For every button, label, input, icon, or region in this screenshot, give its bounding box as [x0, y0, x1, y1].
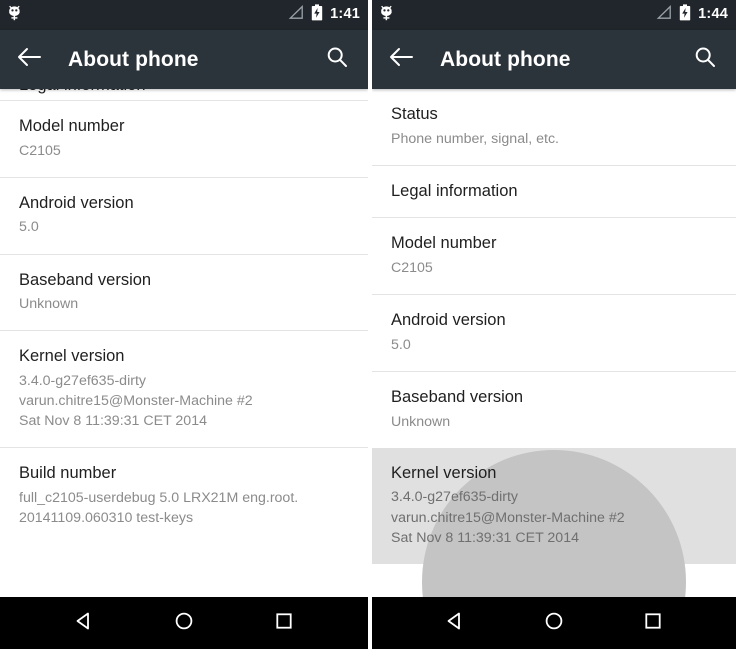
status-bar-notifications-left — [7, 4, 22, 27]
nav-home-circle-icon — [542, 609, 566, 638]
list-item-subtitle: 3.4.0-g27ef635-dirty varun.chitre15@Mons… — [19, 372, 253, 430]
list-item-model-number[interactable]: Model number C2105 — [0, 101, 368, 177]
navigation-bar-left — [0, 597, 368, 649]
dual-screenshot-stage: 1:41 About phone Model number C2105 Andr… — [0, 0, 736, 649]
nav-home-circle-icon — [172, 609, 196, 638]
list-item-model-number[interactable]: Model number C2105 — [372, 218, 736, 294]
nav-recents-button-left[interactable] — [261, 600, 307, 646]
list-item-title: Baseband version — [19, 270, 152, 289]
status-bar-clock-right: 1:44 — [698, 6, 728, 23]
list-item-baseband-version[interactable]: Baseband version Unknown — [0, 255, 368, 331]
android-bug-icon — [7, 4, 22, 27]
list-item-subtitle: C2105 — [19, 142, 61, 159]
list-item-title: Kernel version — [391, 463, 497, 482]
phone-screenshot-right: 1:44 About phone Status Phone number, si… — [372, 0, 736, 649]
status-bar-clock-left: 1:41 — [330, 6, 360, 23]
page-title-left: About phone — [68, 47, 199, 71]
app-bar-left: About phone — [0, 30, 368, 89]
list-item-title: Android version — [391, 311, 506, 330]
nav-back-triangle-icon — [72, 609, 96, 638]
list-item-subtitle: 5.0 — [391, 336, 411, 353]
list-item-android-version[interactable]: Android version 5.0 — [372, 295, 736, 371]
search-icon — [325, 45, 349, 74]
battery-charging-icon — [679, 4, 691, 26]
arrow-left-icon — [388, 46, 414, 73]
list-item-title: Legal information — [19, 89, 146, 96]
status-bar-right: 1:44 — [372, 0, 736, 30]
list-item-subtitle: 5.0 — [19, 219, 39, 236]
arrow-left-icon — [16, 46, 42, 73]
list-item-title: Kernel version — [19, 347, 125, 366]
phone-screenshot-left: 1:41 About phone Model number C2105 Andr… — [0, 0, 368, 649]
status-bar-left: 1:41 — [0, 0, 368, 30]
nav-back-button-right[interactable] — [432, 600, 478, 646]
back-button-right[interactable] — [388, 43, 422, 77]
back-button-left[interactable] — [16, 43, 50, 77]
list-item-subtitle: full_c2105-userdebug 5.0 LRX21M eng.root… — [19, 490, 299, 527]
list-item-legal-information-clipped[interactable]: Legal information — [0, 89, 368, 100]
navigation-bar-right — [372, 597, 736, 649]
list-item-title: Android version — [19, 193, 134, 212]
list-item-subtitle: Phone number, signal, etc. — [391, 130, 559, 147]
status-bar-system-icons-left: 1:41 — [287, 4, 360, 26]
search-button-left[interactable] — [322, 45, 352, 75]
battery-charging-icon — [311, 4, 323, 26]
list-item-build-number[interactable]: Build number full_c2105-userdebug 5.0 LR… — [0, 448, 368, 544]
list-item-baseband-version[interactable]: Baseband version Unknown — [372, 372, 736, 448]
list-item-kernel-version-pressed[interactable]: Kernel version 3.4.0-g27ef635-dirty varu… — [372, 447, 736, 597]
nav-recents-button-right[interactable] — [630, 600, 676, 646]
status-bar-notifications-right — [379, 4, 394, 27]
nav-back-triangle-icon — [443, 609, 467, 638]
signal-triangle-icon — [655, 5, 672, 25]
list-item-android-version[interactable]: Android version 5.0 — [0, 178, 368, 254]
list-item-title: Legal information — [391, 181, 518, 200]
nav-back-button-left[interactable] — [61, 600, 107, 646]
android-bug-icon — [379, 4, 394, 27]
list-item-status[interactable]: Status Phone number, signal, etc. — [372, 89, 736, 165]
list-item-legal-information[interactable]: Legal information — [372, 166, 736, 218]
list-item-title: Status — [391, 105, 438, 123]
list-item-subtitle: Unknown — [19, 296, 79, 313]
list-item-subtitle: Unknown — [391, 413, 451, 430]
list-item-subtitle: 3.4.0-g27ef635-dirty varun.chitre15@Mons… — [391, 489, 625, 546]
settings-list-right[interactable]: Status Phone number, signal, etc. Legal … — [372, 89, 736, 597]
list-item-title: Build number — [19, 464, 117, 483]
list-item-kernel-version[interactable]: Kernel version 3.4.0-g27ef635-dirty varu… — [0, 331, 368, 447]
list-item-subtitle: C2105 — [391, 260, 433, 277]
nav-recents-square-icon — [272, 609, 296, 638]
app-bar-right: About phone — [372, 30, 736, 89]
status-bar-system-icons-right: 1:44 — [655, 4, 728, 26]
nav-home-button-left[interactable] — [161, 600, 207, 646]
search-icon — [693, 45, 717, 74]
list-item-title: Model number — [19, 117, 125, 135]
search-button-right[interactable] — [690, 45, 720, 75]
nav-recents-square-icon — [641, 609, 665, 638]
list-item-title: Baseband version — [391, 387, 524, 406]
settings-list-left[interactable]: Legal information Model number C2105 And… — [0, 89, 368, 597]
list-item-title: Model number — [391, 234, 497, 253]
signal-triangle-icon — [287, 5, 304, 25]
nav-home-button-right[interactable] — [531, 600, 577, 646]
page-title-right: About phone — [440, 47, 571, 71]
